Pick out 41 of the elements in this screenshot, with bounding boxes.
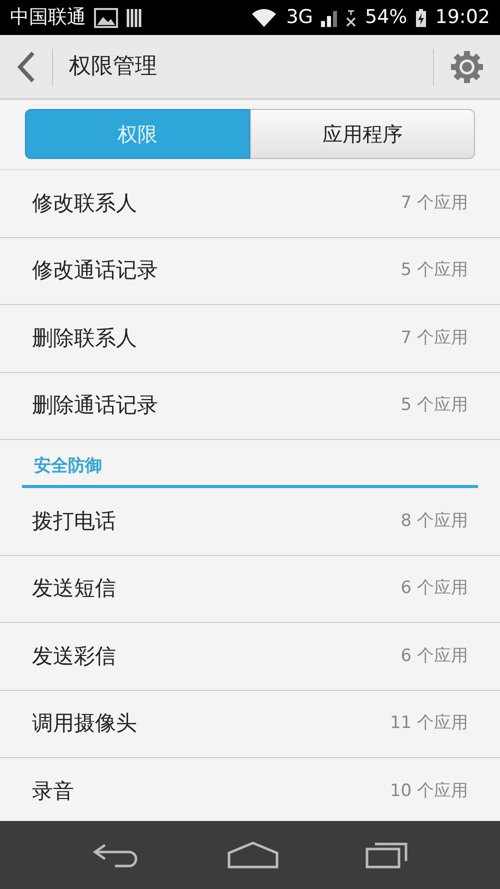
permission-name: 删除联系人: [32, 324, 137, 352]
permission-name: 修改联系人: [32, 190, 137, 216]
permission-name: 调用摄像头: [32, 710, 137, 737]
clock-time: 19:02: [435, 5, 490, 30]
picture-icon: [94, 8, 118, 28]
app-count: 7 个应用: [400, 326, 468, 350]
list-item[interactable]: 拨打电话 8 个应用: [0, 488, 500, 556]
home-icon[interactable]: [227, 841, 279, 869]
list-item[interactable]: 修改通话记录 5 个应用: [0, 238, 500, 305]
recent-apps-icon[interactable]: [365, 841, 409, 869]
barcode-icon: [126, 8, 144, 28]
battery-percent: 54%: [365, 5, 408, 30]
app-count: 10 个应用: [390, 780, 468, 802]
app-count: 5 个应用: [400, 394, 468, 417]
app-count: 8 个应用: [400, 510, 468, 532]
settings-icon[interactable]: [450, 50, 484, 84]
app-count: 11 个应用: [390, 712, 468, 735]
list-item[interactable]: 发送短信 6 个应用: [0, 556, 500, 623]
carrier-name: 中国联通: [10, 5, 86, 30]
list-item[interactable]: 发送彩信 6 个应用: [0, 623, 500, 690]
section-header: 安全防御: [22, 440, 478, 488]
app-count: 5 个应用: [400, 259, 468, 282]
permission-name: 录音: [32, 778, 74, 804]
app-count: 6 个应用: [400, 644, 468, 668]
list-item[interactable]: 调用摄像头 11 个应用: [0, 690, 500, 758]
app-count: 6 个应用: [400, 577, 468, 600]
app-count: 7 个应用: [400, 192, 468, 214]
no-signal-icon: [345, 8, 357, 28]
permission-name: 删除通话记录: [32, 392, 158, 419]
permission-name: 修改通话记录: [32, 257, 158, 284]
list-item[interactable]: 删除通话记录 5 个应用: [0, 372, 500, 440]
list-item[interactable]: 修改联系人 7 个应用: [0, 170, 500, 238]
permission-name: 发送短信: [32, 575, 116, 602]
network-type: 3G: [286, 5, 313, 30]
wifi-icon: [250, 8, 278, 28]
permission-name: 拨打电话: [32, 508, 116, 534]
permission-name: 发送彩信: [32, 642, 116, 670]
tab[interactable]: 应用程序: [250, 109, 475, 159]
list-item[interactable]: 删除联系人 7 个应用: [0, 305, 500, 372]
battery-charging-icon: [415, 8, 428, 28]
page-title: 权限管理: [69, 53, 158, 81]
